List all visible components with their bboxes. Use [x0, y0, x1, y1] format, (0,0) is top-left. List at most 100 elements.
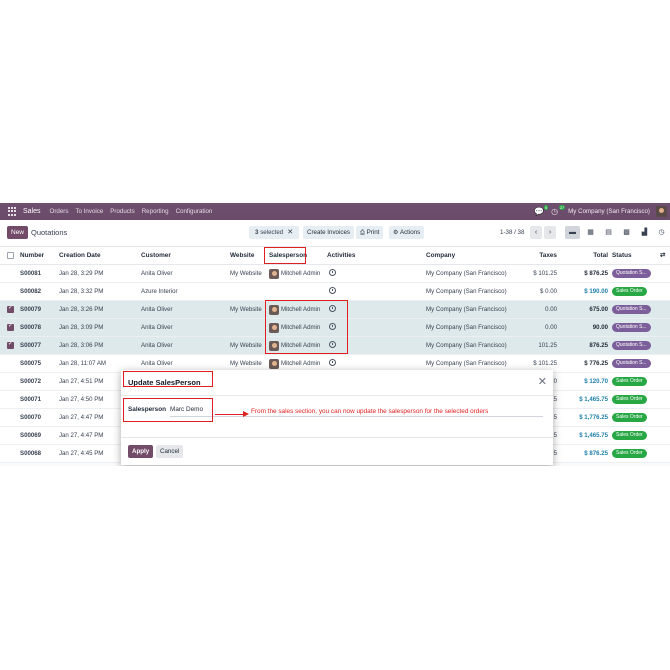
salesperson-avatar [269, 359, 279, 369]
table-row[interactable]: S00081 Jan 28, 3:29 PM Anita Oliver My Webs… [0, 265, 670, 283]
table-row[interactable]: S00082 Jan 28, 3:32 PM Azure Interior My Co… [0, 283, 670, 301]
activity-view-icon[interactable]: ◷ [654, 226, 669, 239]
pager-value[interactable]: 1-38 / 38 [500, 226, 524, 239]
menu-reporting[interactable]: Reporting [142, 208, 169, 215]
row-checkbox[interactable] [7, 360, 14, 367]
main-menu: Orders To Invoice Products Reporting Con… [50, 208, 213, 215]
col-customer[interactable]: Customer [141, 247, 171, 265]
order-number: S00077 [20, 342, 42, 349]
order-number: S00081 [20, 270, 42, 277]
col-status[interactable]: Status [612, 247, 632, 265]
col-taxes[interactable]: Taxes [520, 247, 557, 265]
pager-prev-icon[interactable]: ‹ [530, 226, 542, 239]
col-number[interactable]: Number [20, 247, 44, 265]
col-activities[interactable]: Activities [327, 247, 355, 265]
order-number: S00072 [20, 378, 42, 385]
order-number: S00082 [20, 288, 42, 295]
activity-clock-icon[interactable] [329, 283, 336, 301]
column-settings-icon[interactable]: ⇄ [660, 247, 665, 265]
total-amount: $ 876.25 [584, 450, 608, 457]
order-number: S00070 [20, 414, 42, 421]
menu-products[interactable]: Products [110, 208, 134, 215]
row-checkbox[interactable] [7, 340, 14, 349]
dialog-title-highlight [123, 371, 213, 387]
row-checkbox[interactable] [7, 322, 14, 331]
customer-name: Azure Interior [141, 288, 178, 295]
menu-to-invoice[interactable]: To Invoice [75, 208, 103, 215]
total-amount: $ 876.25 [584, 270, 608, 277]
app-brand[interactable]: Sales [23, 208, 41, 215]
creation-date: Jan 28, 11:07 AM [59, 360, 106, 367]
activity-clock-icon[interactable] [329, 265, 336, 283]
order-number: S00075 [20, 360, 42, 367]
creation-date: Jan 28, 3:29 PM [59, 270, 104, 277]
total-amount: $ 120.70 [584, 378, 608, 385]
select-all-checkbox[interactable] [7, 252, 14, 259]
dialog-footer: Apply Cancel [121, 437, 553, 465]
status-badge: Quotation S... [612, 359, 651, 368]
menu-configuration[interactable]: Configuration [176, 208, 213, 215]
company-switcher[interactable]: My Company (San Francisco) [568, 208, 650, 215]
cancel-button[interactable]: Cancel [156, 445, 184, 458]
website-name: My Website [230, 306, 262, 313]
company-name: My Company (San Francisco) [426, 288, 507, 295]
pager-next-icon[interactable]: › [544, 226, 556, 239]
row-checkbox[interactable] [7, 432, 14, 439]
create-invoices-button[interactable]: Create Invoices [303, 226, 354, 239]
status-badge: Sales Order [612, 377, 647, 386]
row-checkbox[interactable] [7, 414, 14, 421]
user-avatar[interactable] [656, 206, 667, 217]
creation-date: Jan 28, 3:32 PM [59, 288, 104, 295]
actions-label: Actions [399, 229, 421, 236]
total-amount: $ 776.25 [584, 360, 608, 367]
list-view-icon[interactable]: ▬ [565, 226, 580, 239]
salesperson-cell: Mitchell Admin [269, 265, 320, 283]
chat-icon[interactable]: 💬 5 [534, 205, 549, 216]
row-checkbox[interactable] [7, 288, 14, 295]
navbar-systray: 💬 5 ◷ 27 My Company (San Francisco) [534, 203, 670, 220]
creation-date: Jan 27, 4:47 PM [59, 432, 104, 439]
table-header: Number Creation Date Customer Website Sa… [0, 247, 670, 265]
col-website[interactable]: Website [230, 247, 254, 265]
total-amount: 675.00 [589, 306, 608, 313]
kanban-view-icon[interactable]: ▦ [583, 226, 598, 239]
apps-menu-icon[interactable] [8, 206, 18, 217]
row-checkbox[interactable] [7, 396, 14, 403]
creation-date: Jan 28, 3:06 PM [59, 342, 104, 349]
clear-selection-icon[interactable]: ✕ [287, 226, 293, 239]
annotation-arrow [215, 414, 245, 416]
apply-button[interactable]: Apply [128, 445, 154, 458]
print-label: Print [366, 229, 380, 236]
row-checkbox[interactable] [7, 270, 14, 277]
close-icon[interactable]: ✕ [538, 375, 547, 388]
breadcrumb-title: Quotations [31, 228, 68, 237]
creation-date: Jan 28, 3:09 PM [59, 324, 104, 331]
company-name: My Company (San Francisco) [426, 324, 507, 331]
activity-clock-icon[interactable]: ◷ 27 [551, 205, 566, 216]
actions-button[interactable]: ⚙ Actions [389, 226, 425, 239]
menu-orders[interactable]: Orders [50, 208, 69, 215]
print-button[interactable]: ⎙ Print [356, 226, 384, 239]
order-number: S00071 [20, 396, 42, 403]
creation-date: Jan 27, 4:45 PM [59, 450, 104, 457]
status-badge: Sales Order [612, 287, 647, 296]
col-company[interactable]: Company [426, 247, 455, 265]
order-number: S00078 [20, 324, 42, 331]
row-checkbox[interactable] [7, 450, 14, 457]
order-number: S00079 [20, 306, 42, 313]
website-name: My Website [230, 270, 262, 277]
row-checkbox[interactable] [7, 378, 14, 385]
graph-view-icon[interactable]: ▟ [637, 226, 652, 239]
col-total[interactable]: Total [578, 247, 608, 265]
row-checkbox[interactable] [7, 304, 14, 313]
taxes-amount: 0.00 [545, 324, 557, 331]
creation-date: Jan 28, 3:26 PM [59, 306, 104, 313]
pivot-view-icon[interactable]: ▩ [619, 226, 634, 239]
calendar-view-icon[interactable]: ▤ [601, 226, 616, 239]
col-creation-date[interactable]: Creation Date [59, 247, 101, 265]
salesperson-header-highlight [264, 247, 306, 264]
salesperson-name: Mitchell Admin [281, 270, 321, 277]
new-button[interactable]: New [7, 226, 29, 239]
activity-badge: 27 [558, 205, 566, 210]
creation-date: Jan 27, 4:51 PM [59, 378, 104, 385]
